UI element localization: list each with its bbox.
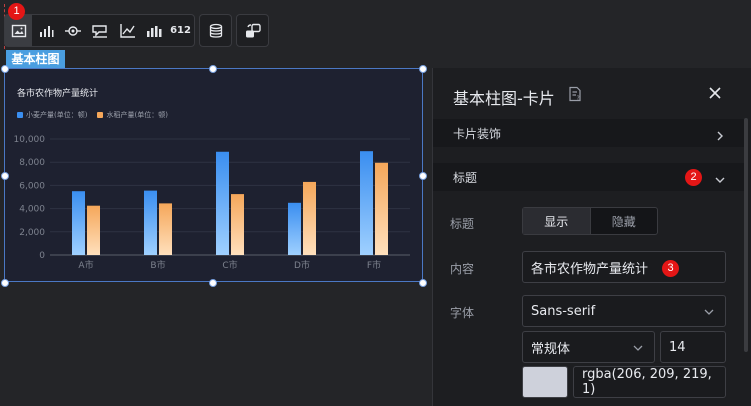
content-label: 内容: [450, 262, 475, 276]
bar-rice: [375, 162, 388, 255]
resize-handle-left[interactable]: [1, 172, 9, 180]
font-weight-value: 常规体: [531, 341, 571, 357]
x-tick-label: F市: [367, 259, 381, 271]
bar-rice: [231, 194, 244, 255]
chevron-down-icon: [714, 171, 726, 190]
toggle-show-button[interactable]: 显示: [523, 208, 591, 234]
chevron-right-icon: [714, 127, 726, 146]
x-tick-label: B市: [150, 259, 165, 271]
bar-wheat: [360, 151, 373, 255]
section-card-decoration[interactable]: 卡片装饰: [433, 119, 744, 147]
bar-wheat: [216, 151, 229, 255]
step-badge-2: 2: [685, 169, 702, 186]
component-tag: 基本柱图: [6, 50, 65, 68]
resize-handle-top[interactable]: [209, 65, 217, 73]
y-tick-label: 0: [39, 251, 45, 261]
y-tick-label: 10,000: [14, 135, 46, 145]
panel-title: 基本柱图-卡片: [453, 89, 555, 108]
toolbar-group-data: [199, 14, 232, 47]
resize-handle-top-left[interactable]: [1, 65, 9, 73]
title-toggle-label: 标题: [450, 217, 475, 231]
bar-chart-plot: 0 2,000 4,000 6,000 8,000 10,000 A市 B市 C市 D市 F市: [14, 135, 410, 271]
doc-help-icon[interactable]: ?: [568, 86, 582, 106]
bar-data-icon[interactable]: [140, 15, 167, 46]
bar-wheat: [72, 191, 85, 255]
interaction-icon[interactable]: [237, 15, 268, 46]
font-family-value: Sans-serif: [531, 303, 596, 319]
bar-rice: [159, 203, 172, 255]
font-color-value: rgba(206, 209, 219, 1): [582, 367, 712, 397]
title-content-input[interactable]: 各市农作物产量统计: [522, 251, 726, 283]
toggle-hide-button[interactable]: 隐藏: [591, 208, 658, 234]
bar-wheat: [144, 190, 157, 255]
resize-handle-top-right[interactable]: [419, 65, 427, 73]
font-label: 字体: [450, 306, 475, 320]
number-612-label: 612: [170, 25, 191, 36]
chevron-down-icon: [703, 306, 715, 322]
flag-chart-icon[interactable]: [86, 15, 113, 46]
section-title[interactable]: 标题 2: [433, 163, 744, 191]
font-weight-select[interactable]: 常规体: [522, 331, 655, 363]
close-icon[interactable]: [707, 85, 723, 105]
title-content-value: 各市农作物产量统计: [531, 261, 649, 277]
title-visibility-toggle: 显示 隐藏: [522, 207, 658, 235]
y-tick-label: 2,000: [19, 228, 45, 238]
resize-handle-bottom[interactable]: [209, 279, 217, 287]
chevron-down-icon: [632, 342, 644, 358]
settings-panel: 基本柱图-卡片 ? 卡片装饰 标题 2 标题 显示 隐藏 内容 各市农作物产量统…: [432, 68, 751, 406]
bar-rice: [87, 205, 100, 255]
x-tick-label: C市: [222, 259, 237, 271]
resize-handle-bottom-left[interactable]: [1, 279, 9, 287]
resize-handle-right[interactable]: [419, 172, 427, 180]
bar-chart-card[interactable]: 各市农作物产量统计 小麦产量(单位：顿) 水稻产量(单位：顿) 0 2,000 4,…: [4, 68, 423, 282]
toolbar-group-interaction: [236, 14, 269, 47]
y-tick-label: 8,000: [19, 158, 45, 168]
panel-scrollbar[interactable]: [744, 118, 748, 352]
eye-target-icon[interactable]: [59, 15, 86, 46]
database-icon[interactable]: [200, 15, 231, 46]
toolbar-group-chart: 612: [4, 14, 195, 47]
step-badge-3: 3: [662, 260, 679, 277]
x-tick-label: D市: [294, 259, 310, 271]
component-toolbar: 612: [4, 14, 269, 47]
axis-line-icon[interactable]: [113, 15, 140, 46]
y-tick-label: 6,000: [19, 181, 45, 191]
font-color-swatch[interactable]: [522, 366, 568, 398]
resize-handle-bottom-right[interactable]: [419, 279, 427, 287]
y-tick-label: 4,000: [19, 205, 45, 215]
section-title-label: 标题: [453, 170, 478, 185]
section-card-decoration-label: 卡片装饰: [453, 126, 502, 141]
number-612-icon[interactable]: 612: [167, 15, 194, 46]
svg-text:?: ?: [577, 95, 580, 102]
font-size-input[interactable]: 14: [660, 331, 726, 363]
bar-rice: [303, 181, 316, 255]
bar-chart-icon[interactable]: [32, 15, 59, 46]
font-color-input[interactable]: rgba(206, 209, 219, 1): [573, 366, 726, 398]
font-family-select[interactable]: Sans-serif: [522, 295, 726, 327]
x-tick-label: A市: [78, 259, 93, 271]
bar-wheat: [288, 202, 301, 255]
font-size-value: 14: [669, 339, 686, 355]
step-badge-1: 1: [8, 3, 25, 20]
